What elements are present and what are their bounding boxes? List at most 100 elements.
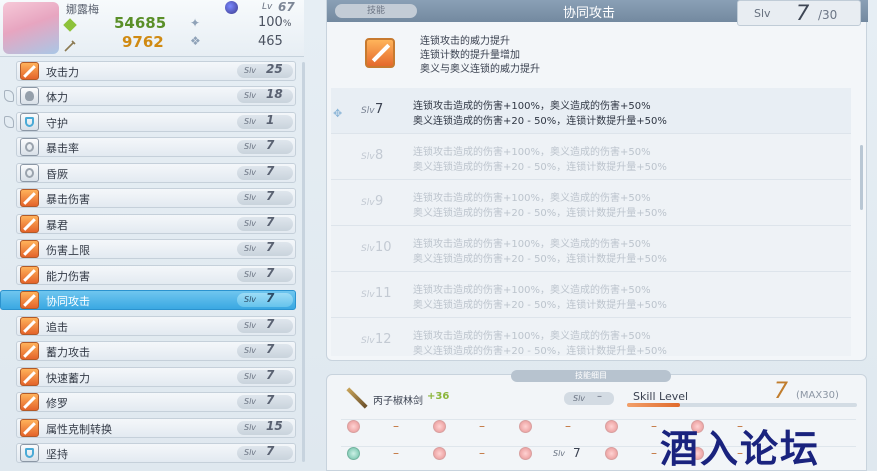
slot-value: 7 — [573, 446, 581, 460]
sword-icon — [20, 393, 39, 412]
skill-row[interactable]: 蓄力攻击 Slv 7 — [4, 340, 296, 362]
summon-icon — [347, 420, 360, 433]
character-card: 娜露梅 Lv 67 54685 9762 ✦ ❖ 100% 465 — [0, 0, 304, 57]
skill-level-label: Skill Level — [633, 390, 689, 403]
skill-name: 昏厥 — [46, 167, 68, 181]
sword-icon — [20, 367, 39, 386]
hp-value: 54685 — [114, 14, 167, 32]
skill-name: 属性克制转换 — [46, 422, 112, 436]
skill-level-max: (MAX30) — [796, 390, 839, 401]
summon-icon — [519, 447, 532, 460]
slot-value: – — [651, 419, 657, 433]
skill-row[interactable]: 协同攻击 Slv 7 — [0, 289, 296, 311]
summon-slot[interactable]: – — [341, 446, 421, 461]
sword-icon — [20, 291, 39, 310]
level-row: Slv 9 连锁攻击造成的伤害+100%，奥义造成的伤害+50% 奥义连锁造成的伤害+… — [331, 180, 851, 226]
level-slv-label: Slv — [361, 152, 375, 162]
slv-value: 7 — [266, 189, 275, 204]
level-effect-line: 连锁攻击造成的伤害+100%，奥义造成的伤害+50% — [413, 193, 651, 204]
skill-row[interactable]: 守护 Slv 1 — [4, 111, 296, 133]
summon-slot[interactable]: – — [427, 446, 507, 461]
weapon-sword-icon — [345, 385, 369, 409]
slot-value: – — [651, 446, 657, 460]
level-effect-line: 连锁攻击造成的伤害+100%，奥义造成的伤害+50% — [413, 285, 651, 296]
slot-value: – — [479, 446, 485, 460]
watermark: 酒入论坛 — [660, 426, 821, 471]
slv-value: 1 — [266, 112, 275, 127]
detail-slv-box: Slv 7 /30 — [737, 0, 861, 26]
skill-name: 守护 — [46, 116, 68, 130]
slv-label: Slv — [244, 142, 257, 152]
skill-name: 体力 — [46, 91, 68, 105]
level-slv-label: Slv — [361, 106, 375, 116]
skill-row[interactable]: 坚持 Slv 7 — [4, 442, 296, 464]
level-row: ✥ Slv 7 连锁攻击造成的伤害+100%，奥义造成的伤害+50% 奥义连锁造成的伤害… — [331, 88, 851, 134]
skill-row[interactable]: 能力伤害 Slv 7 — [4, 264, 296, 286]
sword-icon — [20, 240, 39, 259]
skill-row[interactable]: 属性克制转换 Slv 15 — [4, 417, 296, 439]
skill-name: 快速蓄力 — [46, 371, 90, 385]
detail-tag: 技能 — [335, 4, 417, 18]
slv-value: 7 — [266, 291, 275, 306]
pin-icon[interactable] — [4, 90, 14, 103]
slv-value: 7 — [266, 214, 275, 229]
level-effect-line: 奥义连锁造成的伤害+20 - 50%，连锁计数提升量+50% — [413, 162, 667, 173]
level-number: 9 — [375, 194, 384, 209]
skill-name: 修罗 — [46, 397, 68, 411]
skill-row[interactable]: 快速蓄力 Slv 7 — [4, 366, 296, 388]
slv-label: Slv — [244, 295, 257, 305]
summon-icon — [605, 420, 618, 433]
skill-row[interactable]: 暴君 Slv 7 — [4, 213, 296, 235]
summon-slot[interactable]: – — [513, 419, 593, 434]
slv-label: Slv — [244, 448, 257, 458]
level-effect-line: 连锁攻击造成的伤害+100%，奥义造成的伤害+50% — [413, 101, 651, 112]
sword-icon — [20, 342, 39, 361]
left-panel: 娜露梅 Lv 67 54685 9762 ✦ ❖ 100% 465 攻击力 Slv… — [0, 0, 308, 471]
pin-icon[interactable] — [4, 115, 14, 128]
level-effect-line: 奥义连锁造成的伤害+20 - 50%，连锁计数提升量+50% — [413, 116, 667, 127]
skill-row[interactable]: 伤害上限 Slv 7 — [4, 238, 296, 260]
slv-value: 7 — [266, 367, 275, 382]
shield-icon — [20, 444, 39, 463]
level-slv-label: Slv — [361, 290, 375, 300]
level-effect-line: 奥义连锁造成的伤害+20 - 50%，连锁计数提升量+50% — [413, 346, 667, 356]
skill-detail-panel: 技能 协同攻击 Slv 7 /30 连锁攻击的威力提升 连锁计数的提升量增加 奥… — [326, 0, 868, 361]
slv-value: 25 — [266, 62, 283, 76]
skill-name: 暴击率 — [46, 142, 79, 156]
detail-title: 协同攻击 — [563, 6, 616, 21]
skill-row[interactable]: 修罗 Slv 7 — [4, 391, 296, 413]
level-list-scrollbar[interactable] — [860, 145, 863, 210]
skill-row[interactable]: 攻击力 Slv 25 — [4, 60, 296, 82]
summon-icon — [605, 447, 618, 460]
detail-slv-max: /30 — [818, 8, 838, 22]
character-name: 娜露梅 — [66, 3, 99, 16]
slv-label: Slv — [244, 422, 257, 432]
slv-label: Slv — [244, 218, 257, 228]
level-value: 67 — [278, 0, 295, 14]
summon-slot[interactable]: – — [341, 419, 421, 434]
skill-row[interactable]: 暴击伤害 Slv 7 — [4, 187, 296, 209]
level-effect-line: 连锁攻击造成的伤害+100%，奥义造成的伤害+50% — [413, 239, 651, 250]
level-effect-line: 连锁攻击造成的伤害+100%，奥义造成的伤害+50% — [413, 331, 651, 342]
level-effect-line: 奥义连锁造成的伤害+20 - 50%，连锁计数提升量+50% — [413, 208, 667, 219]
level-number: 8 — [375, 148, 384, 163]
slv-label: Slv — [244, 346, 257, 356]
weapon-name: 丙子椒林剑 — [373, 396, 423, 407]
summon-icon — [347, 447, 360, 460]
summary-line: 连锁计数的提升量增加 — [420, 50, 520, 61]
atk-value: 9762 — [122, 33, 164, 51]
skill-row[interactable]: 体力 Slv 18 — [4, 85, 296, 107]
summon-slot[interactable]: – — [427, 419, 507, 434]
character-portrait[interactable] — [3, 2, 59, 54]
skill-row[interactable]: 昏厥 Slv 7 — [4, 162, 296, 184]
skill-name: 蓄力攻击 — [46, 346, 90, 360]
skill-list-scrollbar[interactable] — [302, 62, 305, 462]
level-effect-line: 奥义连锁造成的伤害+20 - 50%，连锁计数提升量+50% — [413, 254, 667, 265]
slv-label: Slv — [244, 320, 257, 330]
skill-row[interactable]: 追击 Slv 7 — [4, 315, 296, 337]
weapon-slv-label: Slv — [573, 394, 586, 403]
summon-slot[interactable]: Slv 7 — [513, 446, 593, 461]
gear-icon — [20, 163, 39, 182]
skill-row[interactable]: 暴击率 Slv 7 — [4, 136, 296, 158]
weapon-slv-pill — [564, 392, 614, 405]
